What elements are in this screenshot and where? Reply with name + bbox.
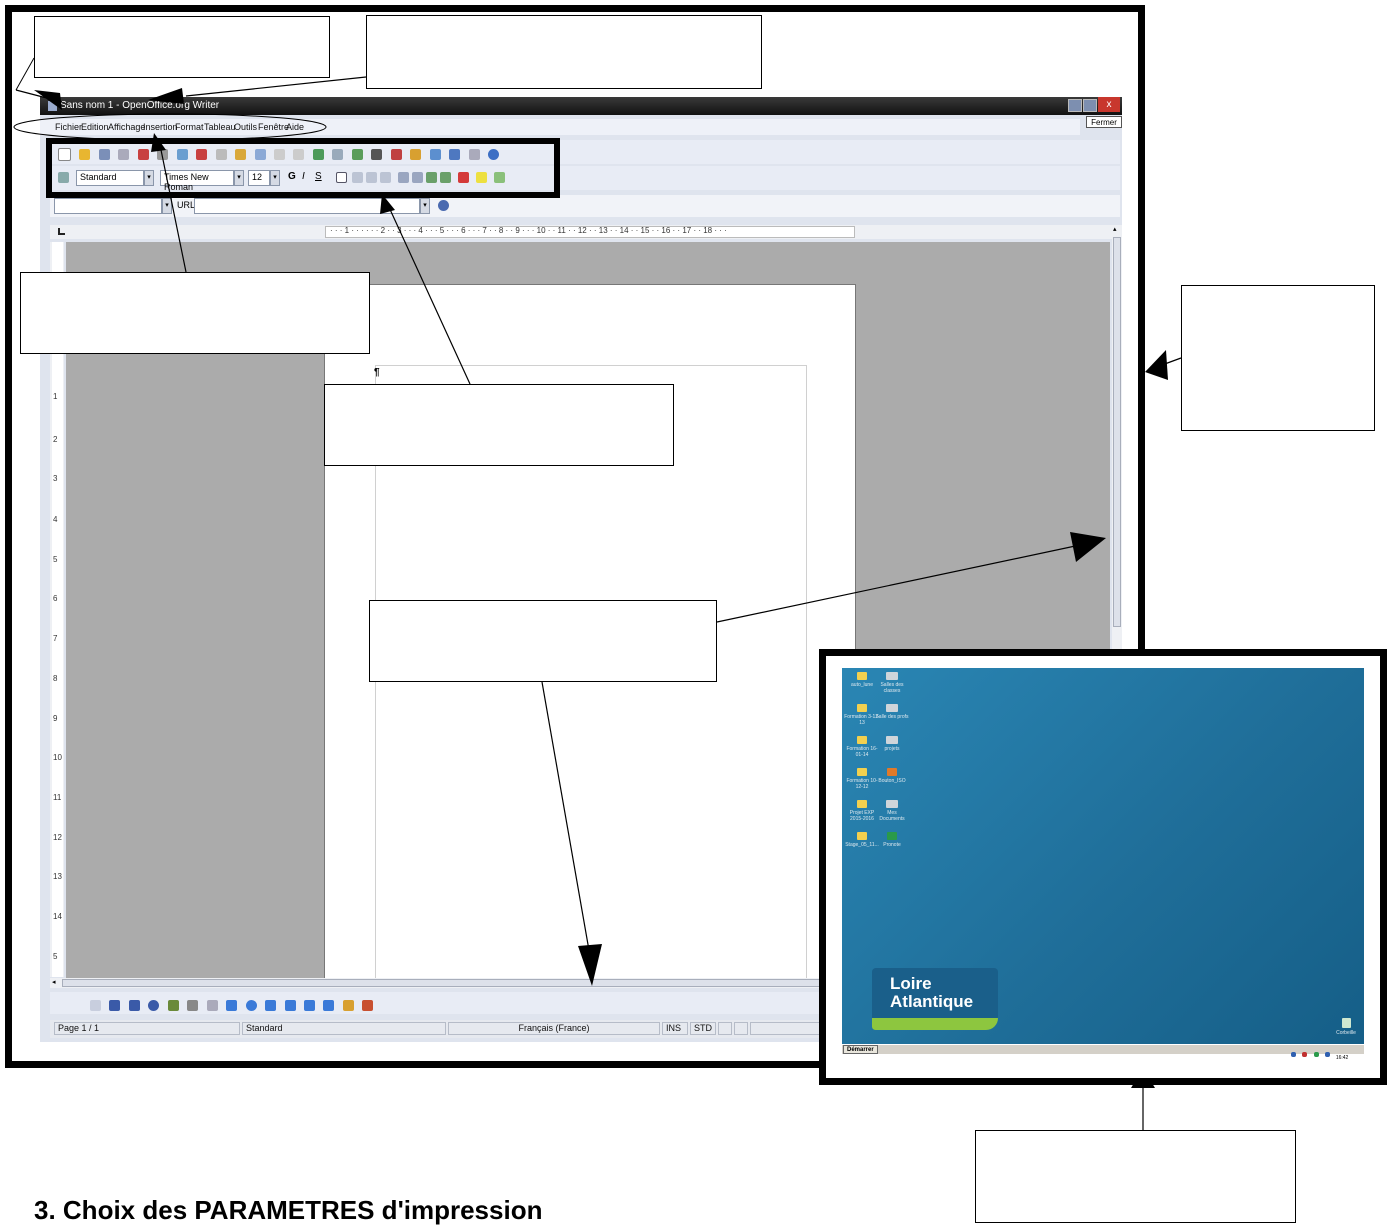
label-box-title-bar: [366, 15, 762, 89]
desktop-icon-bouton-iso[interactable]: Bouton_ISO: [874, 768, 910, 784]
recycle-bin-icon: [1341, 1018, 1351, 1028]
folder-icon: [857, 736, 867, 744]
clock: 16:42: [1335, 1055, 1349, 1061]
taskbar: Démarrer 16:42: [842, 1044, 1364, 1061]
tray-icon[interactable]: [1302, 1052, 1308, 1058]
arrow-window-border: [1161, 357, 1182, 366]
desktop-icon-pronote[interactable]: Pronote: [874, 832, 910, 848]
folder-icon: [857, 832, 867, 840]
label-box-window-icon: [34, 16, 330, 78]
network-drive-icon: [886, 736, 898, 744]
toolbars-highlight: [46, 138, 560, 198]
desktop-frame: auto_lune Salles des classes Formation 3…: [819, 649, 1387, 1085]
desktop-icon-projets[interactable]: projets: [874, 736, 910, 752]
desktop-icon-salle-profs[interactable]: Salle des profs: [874, 704, 910, 720]
arrowhead-window-border: [1145, 350, 1168, 380]
folder-icon: [857, 704, 867, 712]
tray-icon[interactable]: [1313, 1052, 1319, 1058]
start-button[interactable]: Démarrer: [843, 1045, 878, 1054]
logo-accent: [872, 1018, 998, 1030]
loire-atlantique-logo: Loire Atlantique: [872, 968, 998, 1030]
label-box-desktop: [975, 1130, 1296, 1223]
folder-icon: [857, 672, 867, 680]
desktop-icon-salles-classes[interactable]: Salles des classes: [874, 672, 910, 694]
desktop-icon-corbeille[interactable]: Corbeille: [1328, 1018, 1364, 1036]
folder-icon: [857, 768, 867, 776]
label-box-menu-bar: [20, 272, 370, 354]
app-shortcut-icon: [887, 768, 897, 776]
label-box-window-border: [1181, 285, 1375, 431]
network-drive-icon: [886, 704, 898, 712]
desktop-icon-mes-documents[interactable]: Mes Documents: [874, 800, 910, 822]
tray-icon[interactable]: [1325, 1052, 1331, 1058]
network-drive-icon: [886, 800, 898, 808]
label-box-scrollbar: [369, 600, 717, 682]
desktop-screen[interactable]: auto_lune Salles des classes Formation 3…: [842, 668, 1364, 1061]
tray-icon[interactable]: [1291, 1052, 1296, 1058]
logo-text-loire: Loire: [890, 974, 932, 993]
pronote-icon: [887, 832, 897, 840]
system-tray: 16:42: [1290, 1046, 1362, 1061]
network-drive-icon: [886, 672, 898, 680]
section-heading: 3. Choix des PARAMETRES d'impression: [34, 1195, 543, 1225]
start-label: Démarrer: [847, 1047, 874, 1053]
folder-icon: [857, 800, 867, 808]
label-box-toolbars: [324, 384, 674, 466]
logo-text-atlantique: Atlantique: [890, 992, 974, 1011]
